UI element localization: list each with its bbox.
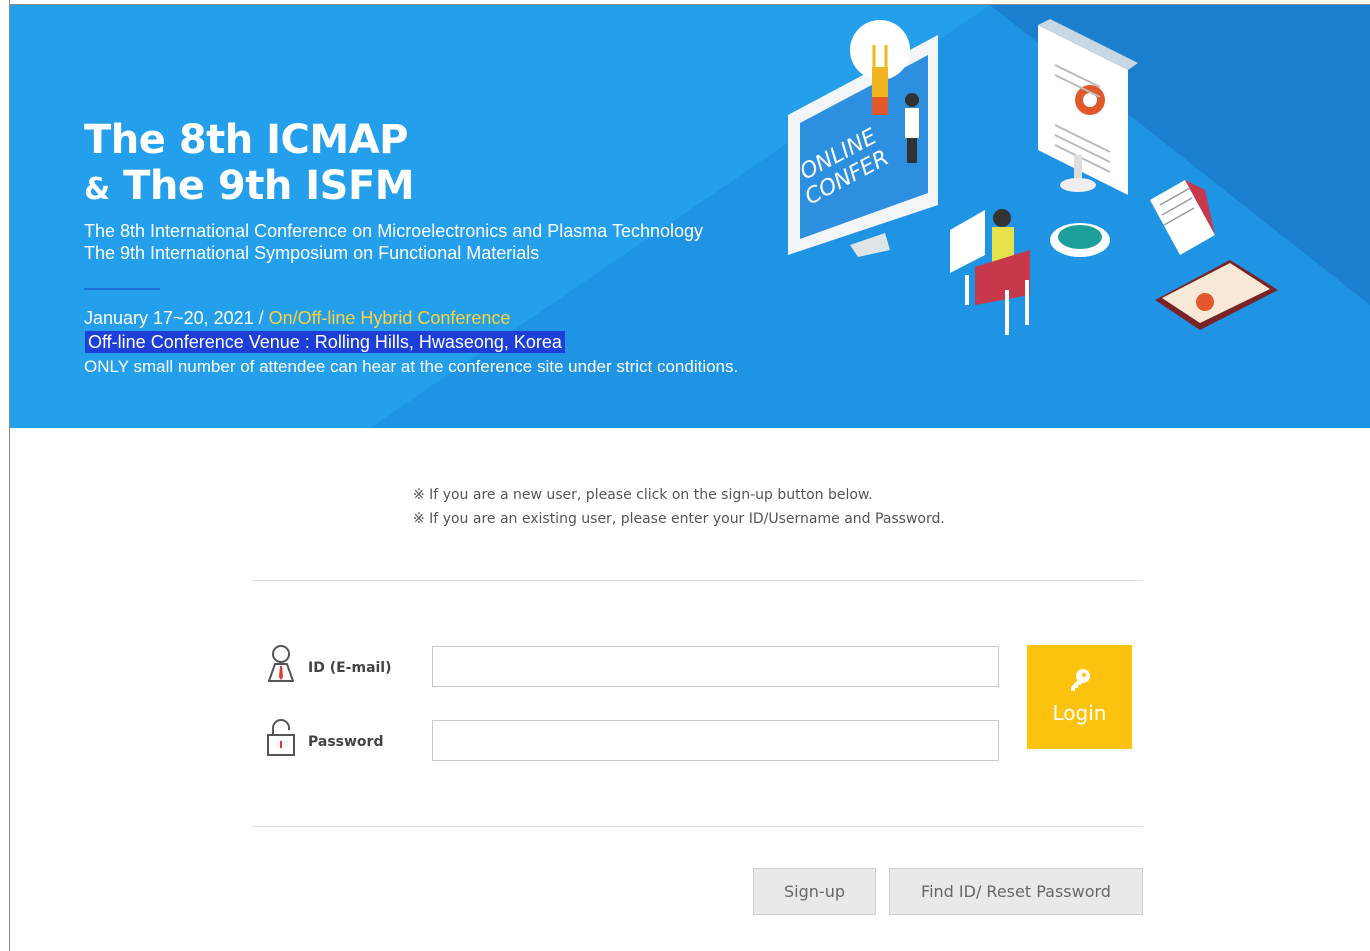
conference-subtitle: The 8th International Conference on Micr… [84,220,703,264]
conference-banner: ONLINE CONFER The 8th ICMAP & The 9th IS… [10,5,1370,428]
id-label: ID (E-mail) [308,660,392,676]
key-icon [1071,669,1090,691]
venue-text: Off-line Conference Venue : Rolling Hill… [85,331,565,353]
password-label: Password [308,734,384,750]
lock-icon [267,719,295,756]
banner-divider [84,288,160,290]
login-label: Login [1052,701,1107,725]
title-line-2: The 9th ISFM [123,163,415,209]
password-input[interactable] [432,720,999,761]
title-line-1: The 8th ICMAP [84,117,409,163]
instruction-existing-user: ※ If you are an existing user, please en… [413,511,945,527]
instruction-new-user: ※ If you are a new user, please click on… [413,487,873,503]
find-id-reset-password-button[interactable]: Find ID/ Reset Password [889,868,1143,915]
subtitle-line-1: The 8th International Conference on Micr… [84,221,704,241]
login-instructions: ※ If you are a new user, please click on… [413,483,945,531]
presenter-figure [905,93,919,163]
attendee-notice: ONLY small number of attendee can hear a… [84,357,739,376]
login-button[interactable]: Login [1027,645,1132,749]
page-border-left [9,0,10,951]
title-ampersand: & [84,172,110,207]
signup-button[interactable]: Sign-up [753,868,876,915]
login-page: ONLINE CONFER The 8th ICMAP & The 9th IS… [0,0,1370,951]
clock-illustration [1050,223,1110,257]
subtitle-line-2: The 9th International Symposium on Funct… [84,243,540,263]
user-icon [268,645,294,682]
conference-title: The 8th ICMAP & The 9th ISFM [84,117,415,213]
date-text: January 17~20, 2021 / [84,308,269,328]
conference-date: January 17~20, 2021 / On/Off-line Hybrid… [84,308,510,329]
hybrid-text: On/Off-line Hybrid Conference [268,308,511,328]
id-email-input[interactable] [432,646,999,687]
divider-top [252,580,1143,581]
divider-bottom [252,826,1143,827]
